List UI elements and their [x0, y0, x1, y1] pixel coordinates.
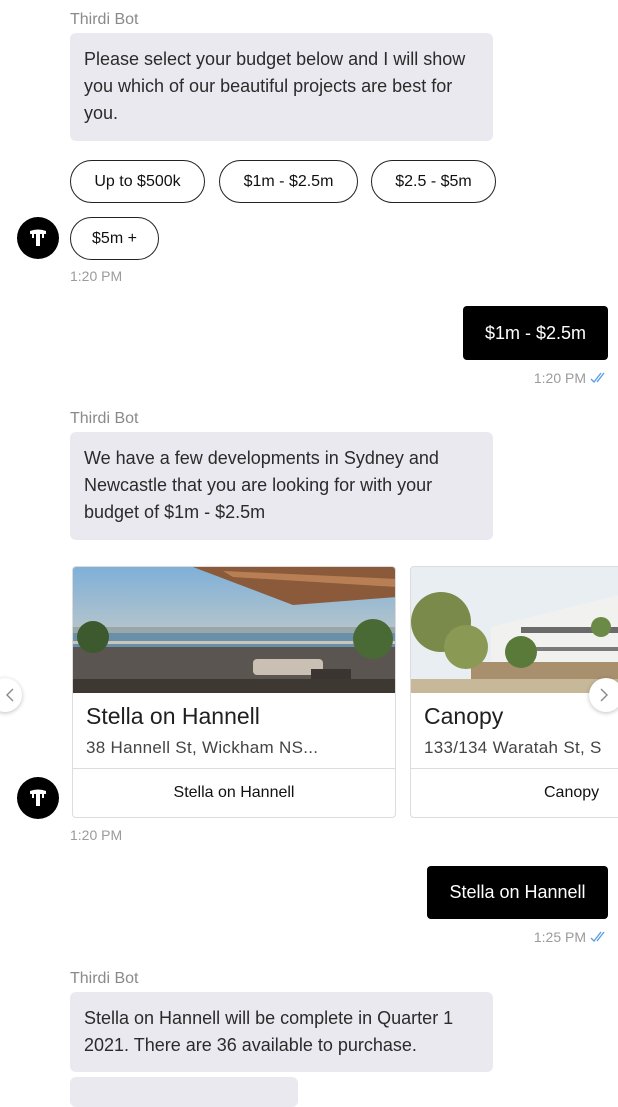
quick-reply-label: Up to $500k: [94, 172, 181, 190]
project-title: Stella on Hannell: [86, 703, 260, 729]
thirdi-logo-icon: [30, 789, 46, 806]
project-card-canopy[interactable]: Canopy 133/134 Waratah St, S Canopy: [410, 566, 618, 818]
sender-name: Thirdi Bot: [70, 410, 139, 427]
thirdi-logo-icon: [30, 229, 46, 246]
bot-message-bubble-partial: [70, 1077, 298, 1107]
quick-reply-1m-2-5m[interactable]: $1m - $2.5m: [219, 160, 358, 203]
project-address: 38 Hannell St, Wickham NS...: [86, 738, 319, 757]
project-carousel: Stella on Hannell 38 Hannell St, Wickham…: [0, 566, 618, 818]
bot-message-text: Please select your budget below and I wi…: [84, 49, 466, 123]
message-timestamp: 1:20 PM: [533, 370, 586, 386]
quick-reply-up-to-500k[interactable]: Up to $500k: [70, 160, 205, 203]
bot-message-bubble: Stella on Hannell will be complete in Qu…: [70, 992, 493, 1072]
project-card-stella[interactable]: Stella on Hannell 38 Hannell St, Wickham…: [72, 566, 396, 818]
sender-name: Thirdi Bot: [70, 11, 139, 28]
quick-reply-label: $1m - $2.5m: [243, 172, 334, 190]
user-message-text: $1m - $2.5m: [484, 322, 587, 343]
bot-message-text: We have a few developments in Sydney and…: [84, 448, 439, 522]
quick-reply-5m-plus[interactable]: $5m +: [70, 217, 159, 260]
quick-reply-2-5-5m[interactable]: $2.5 - $5m: [371, 160, 496, 203]
project-address: 133/134 Waratah St, S: [424, 738, 602, 757]
quick-reply-label: $5m +: [92, 229, 137, 247]
message-timestamp: 1:25 PM: [533, 929, 586, 945]
quick-reply-label: $2.5 - $5m: [395, 172, 472, 190]
project-image-canopy: [411, 567, 618, 693]
bot-message-text: Stella on Hannell will be complete in Qu…: [84, 1008, 454, 1055]
user-message-bubble: Stella on Hannell: [427, 866, 608, 919]
carousel-next-button[interactable]: [589, 678, 618, 712]
message-timestamp: 1:20 PM: [70, 268, 123, 284]
user-message-bubble: $1m - $2.5m: [463, 306, 608, 360]
double-check-icon: [590, 931, 605, 943]
select-project-button-label: Stella on Hannell: [173, 784, 295, 801]
user-message-text: Stella on Hannell: [449, 882, 586, 902]
select-project-button[interactable]: Stella on Hannell: [73, 768, 395, 817]
project-image-stella: [73, 567, 395, 693]
user-message-status: 1:20 PM: [534, 370, 608, 386]
bot-message-bubble: We have a few developments in Sydney and…: [70, 432, 493, 540]
select-project-button[interactable]: Canopy: [411, 768, 618, 817]
bot-avatar: [17, 777, 59, 819]
bot-message-bubble: Please select your budget below and I wi…: [70, 33, 493, 141]
project-title: Canopy: [424, 703, 504, 729]
user-message-status: 1:25 PM: [534, 929, 608, 945]
double-check-icon: [590, 372, 605, 384]
sender-name: Thirdi Bot: [70, 970, 139, 987]
chevron-right-icon: [600, 688, 608, 702]
message-timestamp: 1:20 PM: [70, 827, 123, 843]
bot-avatar: [17, 217, 59, 259]
select-project-button-label: Canopy: [544, 784, 600, 801]
chevron-left-icon: [6, 688, 14, 702]
